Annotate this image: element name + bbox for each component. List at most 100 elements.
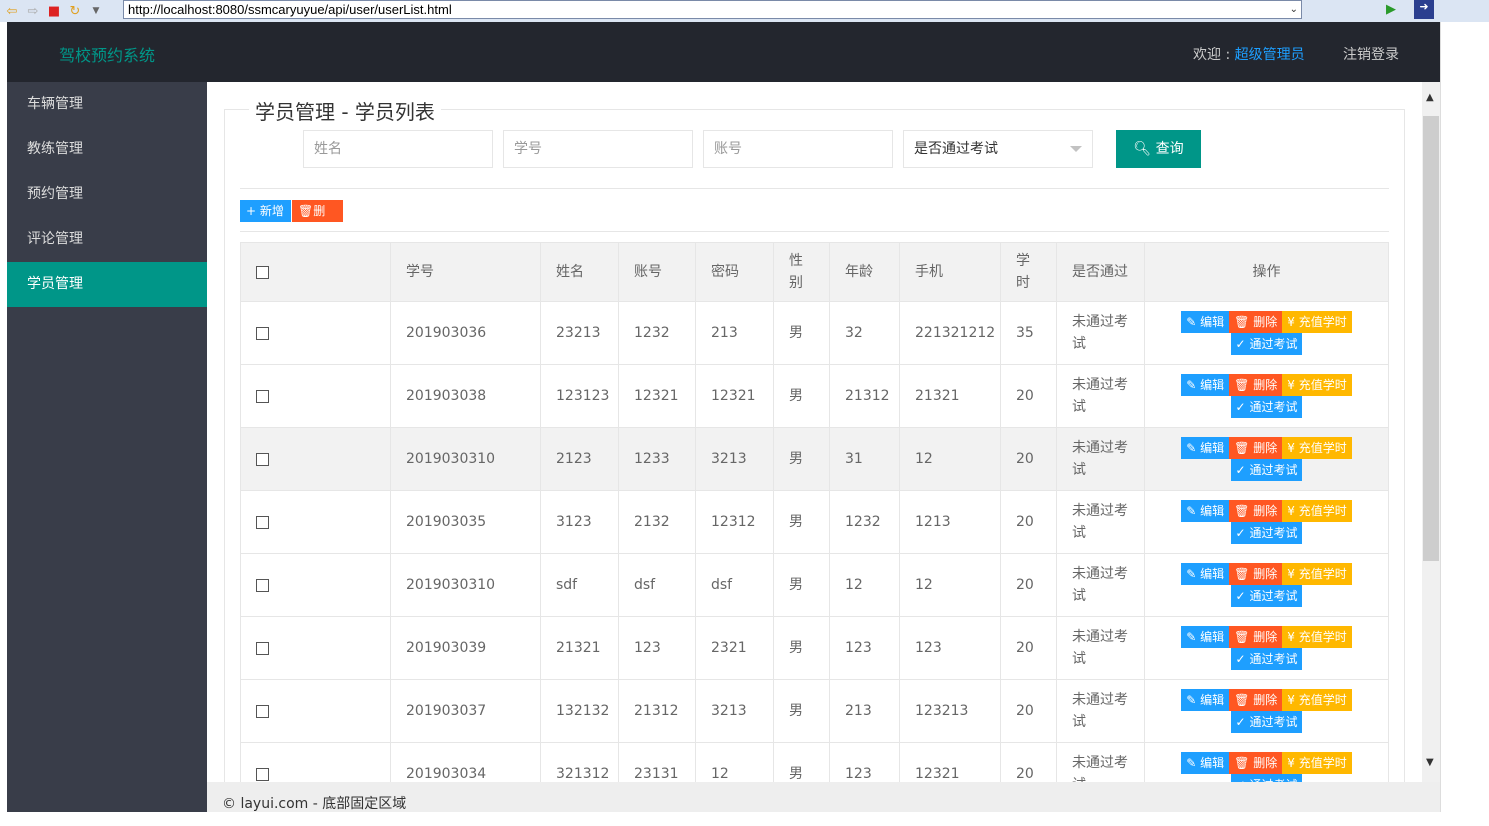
delete-row-button[interactable]: 🗑︎ 删除 [1229, 437, 1283, 459]
recharge-hours-button[interactable]: ¥ 充值学时 [1282, 563, 1352, 585]
delete-row-button[interactable]: 🗑︎ 删除 [1229, 311, 1283, 333]
pass-exam-button[interactable]: ✓ 通过考试 [1230, 648, 1303, 670]
logo[interactable]: 驾校预约系统 [59, 42, 155, 66]
row-checkbox[interactable] [256, 767, 269, 781]
table-row[interactable]: 201903036 23213 1232 213 男 32 221321212 35 未通过考试… [240, 301, 1389, 365]
row-checkbox[interactable] [256, 452, 269, 466]
query-button[interactable]: 🔍︎ 查询 [1116, 130, 1201, 168]
chevron-down-icon[interactable]: ▼ [87, 6, 105, 16]
edit-button[interactable]: ✎ 编辑 [1181, 374, 1230, 396]
pass-label: 通过考试 [1249, 715, 1298, 729]
sidebar-item-vehicles[interactable]: 车辆管理 [7, 82, 207, 127]
table-row[interactable]: 201903038 123123 12321 12321 男 21312 21321 20 未通… [240, 364, 1389, 428]
edit-button[interactable]: ✎ 编辑 [1181, 563, 1230, 585]
row-select-cell [240, 427, 391, 491]
sidebar-item-appointments[interactable]: 预约管理 [7, 172, 207, 217]
table-cell: 12 [695, 742, 774, 782]
name-input[interactable]: 姓名 [303, 130, 493, 168]
delete-row-button[interactable]: 🗑︎ 删除 [1229, 500, 1283, 522]
row-checkbox[interactable] [256, 578, 269, 592]
row-checkbox[interactable] [256, 641, 269, 655]
pass-label: 通过考试 [1249, 652, 1298, 666]
recharge-hours-button[interactable]: ¥ 充值学时 [1282, 626, 1352, 648]
pass-exam-button[interactable]: ✓ 通过考试 [1230, 459, 1303, 481]
edit-button[interactable]: ✎ 编辑 [1181, 626, 1230, 648]
table-row[interactable]: 2019030310 sdf dsf dsf 男 12 12 20 未通过考试 ✎ 编辑 🗑︎ 删除… [240, 553, 1389, 617]
back-icon[interactable]: ⇦ [3, 4, 21, 19]
edit-button[interactable]: ✎ 编辑 [1181, 311, 1230, 333]
table-cell: 201903034 [390, 742, 541, 782]
recharge-hours-button[interactable]: ¥ 充值学时 [1282, 752, 1352, 774]
delete-button[interactable]: 🗑︎删除 [292, 200, 343, 240]
recharge-hours-button[interactable]: ¥ 充值学时 [1282, 437, 1352, 459]
extension-icon[interactable]: ➜ [1414, 0, 1434, 19]
row-checkbox[interactable] [256, 389, 269, 403]
trash-icon: 🗑︎ [1234, 567, 1250, 581]
recharge-hours-button[interactable]: ¥ 充值学时 [1282, 500, 1352, 522]
edit-button[interactable]: ✎ 编辑 [1181, 752, 1230, 774]
table-cell: 男 [773, 364, 830, 428]
scrollbar-thumb[interactable] [1423, 116, 1439, 561]
table-cell: 35 [1000, 301, 1057, 365]
select-all-checkbox[interactable] [256, 265, 269, 279]
edit-button[interactable]: ✎ 编辑 [1181, 689, 1230, 711]
chevron-down-icon[interactable]: ⌄ [1290, 1, 1298, 18]
delete-row-button[interactable]: 🗑︎ 删除 [1229, 626, 1283, 648]
forward-icon[interactable]: ⇨ [24, 4, 42, 19]
user-name[interactable]: 超级管理员 [1235, 47, 1305, 63]
search-icon: 🔍︎ [1133, 141, 1152, 157]
delete-label: 删除 [1253, 441, 1278, 455]
edit-button[interactable]: ✎ 编辑 [1181, 437, 1230, 459]
edit-button[interactable]: ✎ 编辑 [1181, 500, 1230, 522]
recharge-hours-button[interactable]: ¥ 充值学时 [1282, 374, 1352, 396]
pass-exam-button[interactable]: ✓ 通过考试 [1230, 711, 1303, 733]
delete-label: 删除 [1253, 693, 1278, 707]
refresh-icon[interactable]: ↻ [66, 4, 84, 19]
table-cell: 男 [773, 301, 830, 365]
delete-row-button[interactable]: 🗑︎ 删除 [1229, 689, 1283, 711]
scroll-up-icon[interactable]: ▲ [1426, 92, 1434, 103]
sidebar-item-coaches[interactable]: 教练管理 [7, 127, 207, 172]
table-cell: 123 [829, 616, 900, 680]
stop-icon[interactable]: ■ [45, 4, 63, 19]
yen-icon: ¥ [1287, 756, 1295, 770]
table-row[interactable]: 201903035 3123 2132 12312 男 1232 1213 20 未通过考试 ✎ … [240, 490, 1389, 554]
scroll-down-icon[interactable]: ▼ [1426, 757, 1434, 768]
recharge-hours-button[interactable]: ¥ 充值学时 [1282, 689, 1352, 711]
vertical-scrollbar[interactable]: ▲ ▼ [1422, 82, 1440, 782]
check-icon: ✓ [1235, 652, 1246, 666]
account-input[interactable]: 账号 [703, 130, 893, 168]
pass-exam-button[interactable]: ✓ 通过考试 [1230, 396, 1303, 418]
table-cell: 男 [773, 742, 830, 782]
table-row[interactable]: 201903039 21321 123 2321 男 123 123 20 未通过考试 ✎ 编辑 🗑… [240, 616, 1389, 680]
logout-link[interactable]: 注销登录 [1343, 44, 1399, 64]
address-bar[interactable]: http://localhost:8080/ssmcaryuyue/api/us… [123, 0, 1302, 19]
delete-row-button[interactable]: 🗑︎ 删除 [1229, 563, 1283, 585]
student-number-input[interactable]: 学号 [503, 130, 693, 168]
recharge-hours-button[interactable]: ¥ 充值学时 [1282, 311, 1352, 333]
pass-exam-button[interactable]: ✓ 通过考试 [1230, 585, 1303, 607]
table-cell: 123 [829, 742, 900, 782]
table-row[interactable]: 2019030310 2123 1233 3213 男 31 12 20 未通过考试 ✎ 编辑 🗑︎… [240, 427, 1389, 491]
sidebar-item-students[interactable]: 学员管理 [7, 262, 207, 307]
add-button[interactable]: + 新增 [240, 200, 291, 222]
table-row[interactable]: 201903037 132132 21312 3213 男 213 123213 20 未通过考… [240, 679, 1389, 743]
table-row[interactable]: 2019030343213122313112男1231232120未通过考试 ✎ … [240, 742, 1389, 782]
sidebar-item-comments[interactable]: 评论管理 [7, 217, 207, 262]
row-select-cell [240, 742, 391, 782]
url-text: http://localhost:8080/ssmcaryuyue/api/us… [128, 2, 452, 17]
row-checkbox[interactable] [256, 704, 269, 718]
table-cell: 2321 [695, 616, 774, 680]
row-checkbox[interactable] [256, 326, 269, 340]
pass-exam-button[interactable]: ✓ 通过考试 [1230, 333, 1303, 355]
go-icon[interactable]: ▶ [1386, 2, 1396, 17]
delete-row-button[interactable]: 🗑︎ 删除 [1229, 752, 1283, 774]
pass-exam-select[interactable]: 是否通过考试 [903, 130, 1093, 168]
pass-exam-button[interactable]: ✓ 通过考试 [1230, 774, 1303, 782]
trash-icon: 🗑︎ [1234, 504, 1250, 518]
main-content: 学员管理 - 学员列表 姓名 学号 账号 是否通过考试 🔍︎ 查询 + 新增 🗑… [207, 82, 1422, 782]
row-checkbox[interactable] [256, 515, 269, 529]
pass-exam-button[interactable]: ✓ 通过考试 [1230, 522, 1303, 544]
check-icon: ✓ [1235, 463, 1246, 477]
delete-row-button[interactable]: 🗑︎ 删除 [1229, 374, 1283, 396]
